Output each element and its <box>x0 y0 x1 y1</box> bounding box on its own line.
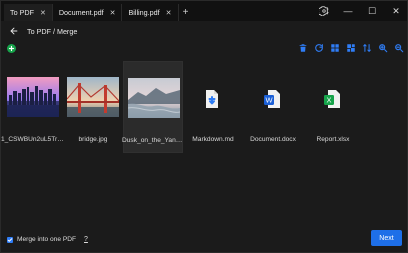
file-name: bridge.jpg <box>78 136 108 143</box>
settings-gear-icon[interactable] <box>317 4 331 18</box>
sort-icon[interactable] <box>362 43 372 53</box>
back-arrow-icon[interactable] <box>7 24 21 38</box>
help-link[interactable]: ? <box>84 236 88 243</box>
close-icon[interactable]: ✕ <box>110 9 116 17</box>
city-skyline-thumbnail <box>7 77 59 117</box>
bridge-thumbnail <box>67 77 119 117</box>
add-file-plus-icon[interactable] <box>7 44 16 53</box>
merge-checkbox[interactable] <box>7 236 13 243</box>
refresh-icon[interactable] <box>314 43 324 53</box>
grid-view-icon[interactable] <box>330 43 340 53</box>
file-grid: 1_CSWBUn2uL5TrN... bridge.jpg Dusk_on_th… <box>1 61 407 153</box>
file-card[interactable]: X Report.xlsx <box>303 61 363 153</box>
excel-file-icon: X <box>323 89 341 109</box>
image-thumbnail <box>128 78 180 118</box>
delete-trash-icon[interactable] <box>298 43 308 53</box>
file-name: Markdown.md <box>192 136 234 143</box>
window-controls: — ☐ ✕ <box>317 3 403 19</box>
next-button[interactable]: Next <box>371 230 402 246</box>
minimize-icon[interactable]: — <box>341 4 355 18</box>
file-card[interactable]: bridge.jpg <box>63 61 123 153</box>
markdown-file-icon <box>203 89 221 109</box>
page-header: To PDF / Merge <box>1 21 407 41</box>
tab-label: Billing.pdf <box>128 8 160 17</box>
bottom-bar: Merge into one PDF ? Next <box>1 228 407 252</box>
maximize-icon[interactable]: ☐ <box>365 4 379 18</box>
zoom-out-icon[interactable] <box>394 43 404 53</box>
close-icon[interactable]: ✕ <box>166 9 172 17</box>
file-card[interactable]: W Document.docx <box>243 61 303 153</box>
merge-option[interactable]: Merge into one PDF ? <box>7 236 88 243</box>
tab-billing-pdf[interactable]: Billing.pdf ✕ <box>122 4 179 21</box>
image-thumbnail <box>7 77 59 117</box>
zoom-in-icon[interactable] <box>378 43 388 53</box>
file-card[interactable]: 1_CSWBUn2uL5TrN... <box>1 61 65 153</box>
file-name: Document.docx <box>250 136 296 143</box>
new-tab-plus-icon[interactable]: + <box>179 4 193 21</box>
svg-text:W: W <box>265 96 273 105</box>
file-card-selected[interactable]: Dusk_on_the_Yangt... <box>122 61 186 153</box>
tab-label: To PDF <box>10 8 34 17</box>
file-name: Dusk_on_the_Yangt... <box>122 137 186 144</box>
app-window: To PDF ✕ Document.pdf ✕ Billing.pdf ✕ + … <box>0 0 408 253</box>
toolbar <box>1 41 407 57</box>
tabs: To PDF ✕ Document.pdf ✕ Billing.pdf ✕ + <box>4 4 193 21</box>
image-thumbnail <box>67 77 119 117</box>
window-close-icon[interactable]: ✕ <box>389 4 403 18</box>
file-name: Report.xlsx <box>316 136 350 143</box>
toolbar-tools <box>298 43 404 53</box>
merge-label: Merge into one PDF <box>17 236 77 243</box>
file-card[interactable]: Markdown.md <box>183 61 243 153</box>
breadcrumb: To PDF / Merge <box>27 26 78 36</box>
word-file-icon: W <box>263 89 281 109</box>
tab-strip: To PDF ✕ Document.pdf ✕ Billing.pdf ✕ + … <box>1 1 407 21</box>
svg-text:X: X <box>326 96 331 105</box>
file-name: 1_CSWBUn2uL5TrN... <box>1 136 65 143</box>
close-icon[interactable]: ✕ <box>40 9 46 17</box>
large-grid-view-icon[interactable] <box>346 43 356 53</box>
tab-label: Document.pdf <box>58 8 104 17</box>
river-dusk-thumbnail <box>128 78 180 118</box>
tab-document-pdf[interactable]: Document.pdf ✕ <box>53 4 123 21</box>
tab-to-pdf[interactable]: To PDF ✕ <box>4 4 53 21</box>
